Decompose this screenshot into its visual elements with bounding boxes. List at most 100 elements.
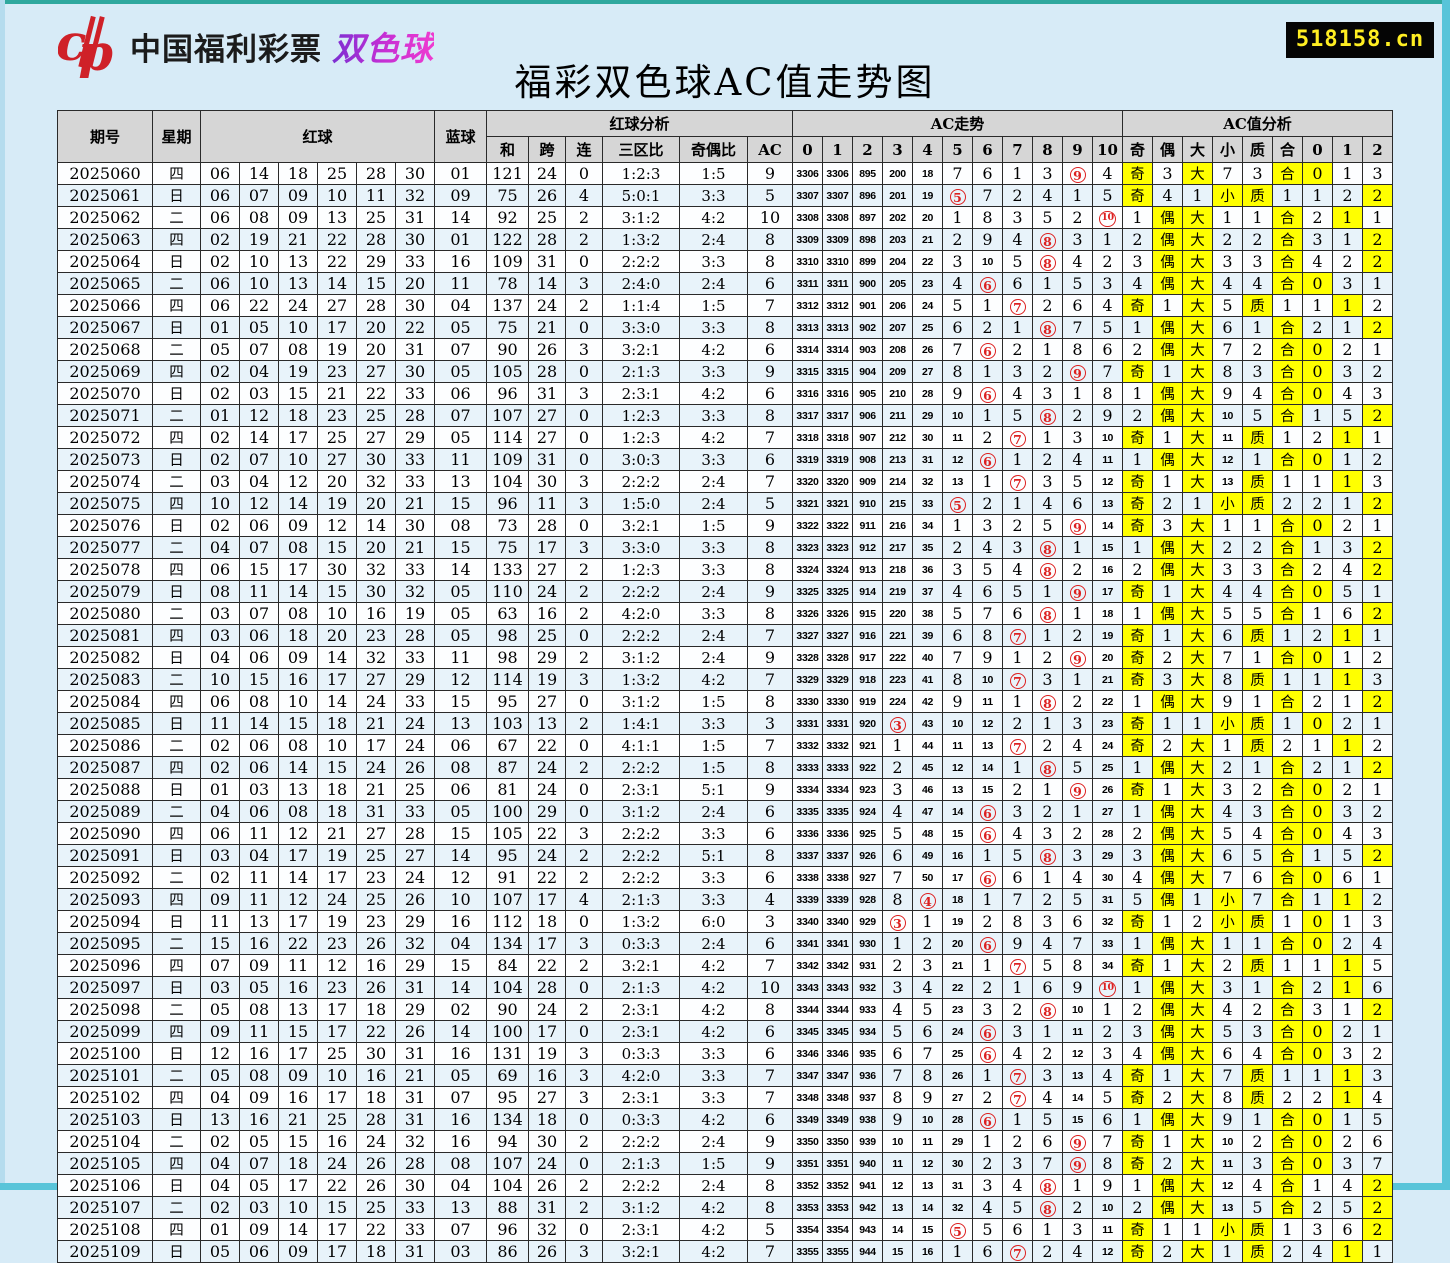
cell-consecutive: 0 — [565, 778, 603, 801]
cell-sum: 122 — [486, 228, 529, 251]
cell-analysis-odd: 奇 — [1122, 492, 1153, 515]
cell-trend-8: 1 — [1032, 426, 1063, 449]
cell-trend-9: 9 — [1062, 1130, 1093, 1153]
cell-red-ball: 08 — [239, 690, 279, 713]
cell-blue-ball: 04 — [434, 1174, 487, 1197]
cell-red-ball: 17 — [278, 910, 318, 933]
cell-analysis-composite: 1 — [1272, 294, 1303, 317]
cell-trend-9: 9 — [1062, 162, 1093, 185]
cell-red-ball: 17 — [317, 668, 357, 691]
cell-analysis-big: 大 — [1182, 1064, 1213, 1087]
cell-trend-7: 3 — [1002, 800, 1033, 823]
cell-consecutive: 0 — [565, 426, 603, 449]
cell-trend-2: 921 — [852, 734, 883, 757]
table-row: 2025103 日 13 16 21 25 28 31 16 134 18 0 0:3:3 4:2 6 334… — [57, 1108, 1393, 1131]
cell-span: 22 — [528, 734, 566, 757]
cell-red-ball: 15 — [317, 1196, 357, 1219]
cell-trend-1: 3339 — [822, 888, 853, 911]
cell-zone-ratio: 1:2:3 — [602, 558, 680, 581]
cell-zone-ratio: 2:2:2 — [602, 822, 680, 845]
cell-red-ball: 27 — [317, 294, 357, 317]
cell-red-ball: 09 — [278, 1240, 318, 1263]
cell-trend-9: 1 — [1062, 536, 1093, 559]
cell-odd-even-ratio: 1:5 — [679, 734, 748, 757]
cell-blue-ball: 08 — [434, 756, 487, 779]
cell-sum: 105 — [486, 360, 529, 383]
cell-zone-ratio: 2:1:3 — [602, 976, 680, 999]
cell-consecutive: 2 — [565, 844, 603, 867]
cell-trend-7: 7 — [1002, 624, 1033, 647]
cell-week: 日 — [152, 1174, 201, 1197]
cell-red-ball: 31 — [395, 206, 435, 229]
cell-trend-5: 30 — [942, 1152, 973, 1175]
cell-period: 2025086 — [57, 734, 153, 757]
cell-analysis-even: 偶 — [1152, 844, 1183, 867]
cell-odd-even-ratio: 1:5 — [679, 1152, 748, 1175]
cell-trend-2: 895 — [852, 162, 883, 185]
cell-trend-8: 1 — [1032, 712, 1063, 735]
cell-red-ball: 32 — [395, 184, 435, 207]
cell-red-ball: 33 — [395, 382, 435, 405]
cell-analysis-small: 2 — [1212, 954, 1243, 977]
cell-analysis-odd: 奇 — [1122, 1218, 1153, 1241]
cell-analysis-mod0: 0 — [1302, 1042, 1333, 1065]
table-row: 2025109 日 05 06 09 17 18 31 03 86 26 3 3:2:1 4:2 7 3355… — [57, 1240, 1393, 1263]
cell-red-ball: 17 — [317, 1086, 357, 1109]
cell-trend-1: 3352 — [822, 1174, 853, 1197]
cell-trend-5: 3 — [942, 250, 973, 273]
cell-sum: 104 — [486, 976, 529, 999]
cell-red-ball: 32 — [356, 558, 396, 581]
cell-red-ball: 05 — [239, 1130, 279, 1153]
cell-trend-6: 2 — [972, 316, 1003, 339]
cell-span: 26 — [528, 184, 566, 207]
cell-trend-10: 29 — [1092, 844, 1123, 867]
cell-trend-5: 15 — [942, 822, 973, 845]
cell-trend-9: 9 — [1062, 1152, 1093, 1175]
cell-analysis-big: 大 — [1182, 844, 1213, 867]
cell-red-ball: 06 — [239, 756, 279, 779]
cell-red-ball: 33 — [395, 250, 435, 273]
cell-analysis-prime: 质 — [1242, 1218, 1273, 1241]
ac-hit-circle: 6 — [979, 386, 996, 403]
cell-trend-10: 10 — [1092, 1196, 1123, 1219]
sub-header-red-和: 和 — [486, 136, 529, 163]
cell-analysis-big: 大 — [1182, 1020, 1213, 1043]
cell-analysis-mod2: 3 — [1362, 1064, 1393, 1087]
table-row: 2025095 二 15 16 22 23 26 32 04 134 17 3 0:3:3 2:4 6 334… — [57, 932, 1393, 955]
cell-span: 16 — [528, 602, 566, 625]
cell-sum: 104 — [486, 470, 529, 493]
cell-analysis-big: 大 — [1182, 228, 1213, 251]
cell-analysis-prime: 4 — [1242, 1174, 1273, 1197]
cell-analysis-mod1: 1 — [1332, 734, 1363, 757]
cell-analysis-even: 1 — [1152, 294, 1183, 317]
cell-trend-4: 33 — [912, 492, 943, 515]
cell-trend-7: 6 — [1002, 866, 1033, 889]
cell-trend-5: 31 — [942, 1174, 973, 1197]
cell-red-ball: 10 — [278, 1196, 318, 1219]
cell-sum: 75 — [486, 184, 529, 207]
sub-header-trend-3: 3 — [882, 136, 913, 163]
cell-blue-ball: 15 — [434, 690, 487, 713]
cell-span: 18 — [528, 1108, 566, 1131]
cell-analysis-mod0: 0 — [1302, 580, 1333, 603]
cell-analysis-mod2: 2 — [1362, 558, 1393, 581]
cell-blue-ball: 14 — [434, 976, 487, 999]
cell-red-ball: 17 — [278, 426, 318, 449]
cell-trend-0: 3317 — [792, 404, 823, 427]
cell-analysis-mod2: 2 — [1362, 888, 1393, 911]
cell-trend-8: 1 — [1032, 580, 1063, 603]
cell-analysis-big: 大 — [1182, 206, 1213, 229]
cell-trend-7: 7 — [1002, 426, 1033, 449]
cell-period: 2025067 — [57, 316, 153, 339]
cell-analysis-big: 大 — [1182, 272, 1213, 295]
cell-analysis-mod0: 3 — [1302, 228, 1333, 251]
cell-red-ball: 07 — [239, 448, 279, 471]
cell-trend-7: 1 — [1002, 756, 1033, 779]
cell-analysis-big: 大 — [1182, 932, 1213, 955]
cell-red-ball: 17 — [278, 1042, 318, 1065]
cell-analysis-odd: 奇 — [1122, 426, 1153, 449]
cell-trend-3: 212 — [882, 426, 913, 449]
cell-red-ball: 13 — [278, 250, 318, 273]
cell-zone-ratio: 0:3:3 — [602, 932, 680, 955]
cell-trend-6: 1 — [972, 294, 1003, 317]
